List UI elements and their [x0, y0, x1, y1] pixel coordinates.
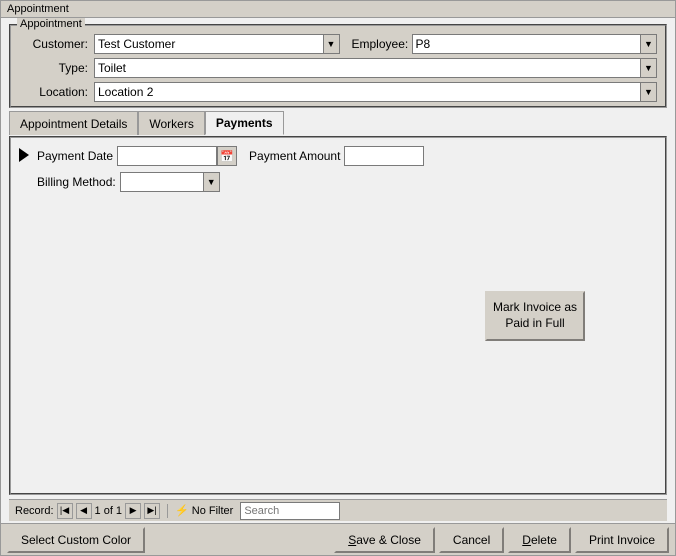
no-filter-label: No Filter	[192, 505, 234, 517]
location-label: Location:	[19, 85, 94, 99]
type-label: Type:	[19, 61, 94, 75]
tab-workers[interactable]: Workers	[138, 111, 204, 135]
billing-method-input[interactable]	[120, 172, 220, 192]
cancel-button[interactable]: Cancel	[439, 527, 504, 553]
next-record-button[interactable]: ▶	[125, 503, 141, 519]
nav-divider	[167, 504, 168, 518]
mark-invoice-paid-button[interactable]: Mark Invoice asPaid in Full	[485, 291, 585, 341]
customer-employee-row: Customer: Test Customer ▼ Employee: P8 ▼	[19, 34, 657, 54]
record-position: 1 of 1	[95, 505, 123, 517]
tabs-container: Appointment Details Workers Payments	[9, 110, 667, 134]
payment-amount-label: Payment Amount	[249, 149, 340, 163]
payments-tab-content: Payment Date 📅 Payment Amount Billing Me…	[9, 136, 667, 495]
payment-date-amount-row: Payment Date 📅 Payment Amount	[37, 146, 657, 166]
tabs-row: Appointment Details Workers Payments	[9, 110, 667, 134]
location-row: Location: Location 2 ▼	[19, 82, 657, 102]
appointment-group-label: Appointment	[17, 18, 85, 30]
billing-method-label: Billing Method:	[37, 175, 116, 189]
prev-record-button[interactable]: ◀	[76, 503, 92, 519]
save-close-button[interactable]: SSave & Closeave & Close	[334, 527, 435, 553]
first-record-button[interactable]: |◀	[57, 503, 73, 519]
payment-date-label: Payment Date	[37, 149, 113, 163]
location-input[interactable]: Location 2	[94, 82, 657, 102]
last-record-button[interactable]: ▶|	[144, 503, 160, 519]
tab-appointment-details[interactable]: Appointment Details	[9, 111, 138, 135]
appointment-window: Appointment Appointment Customer: Test C…	[0, 0, 676, 556]
tab-payments[interactable]: Payments	[205, 111, 284, 135]
customer-label: Customer:	[19, 37, 94, 51]
select-custom-color-button[interactable]: Select Custom Color	[7, 527, 145, 553]
employee-input[interactable]: P8	[412, 34, 658, 54]
type-row: Type: Toilet ▼	[19, 58, 657, 78]
type-input[interactable]: Toilet	[94, 58, 657, 78]
no-filter-icon: ⚡	[175, 504, 189, 517]
payment-date-input[interactable]	[117, 146, 217, 166]
customer-input[interactable]: Test Customer	[94, 34, 340, 54]
bottom-toolbar: Select Custom Color SSave & Closeave & C…	[1, 523, 675, 555]
billing-method-row: Billing Method: ▼	[37, 172, 657, 192]
payments-section: Payment Date 📅 Payment Amount Billing Me…	[19, 146, 657, 192]
payment-fields: Payment Date 📅 Payment Amount Billing Me…	[37, 146, 657, 192]
search-input[interactable]	[240, 502, 340, 520]
print-invoice-button[interactable]: Print Invoice	[575, 527, 669, 553]
record-label: Record:	[15, 505, 54, 517]
record-indicator	[19, 148, 29, 162]
window-title: Appointment	[1, 1, 675, 18]
employee-label: Employee:	[352, 37, 412, 51]
payment-amount-input[interactable]	[344, 146, 424, 166]
calendar-button[interactable]: 📅	[217, 146, 237, 166]
delete-button[interactable]: Delete	[508, 527, 571, 553]
record-nav: Record: |◀ ◀ 1 of 1 ▶ ▶| ⚡ No Filter	[9, 499, 667, 521]
